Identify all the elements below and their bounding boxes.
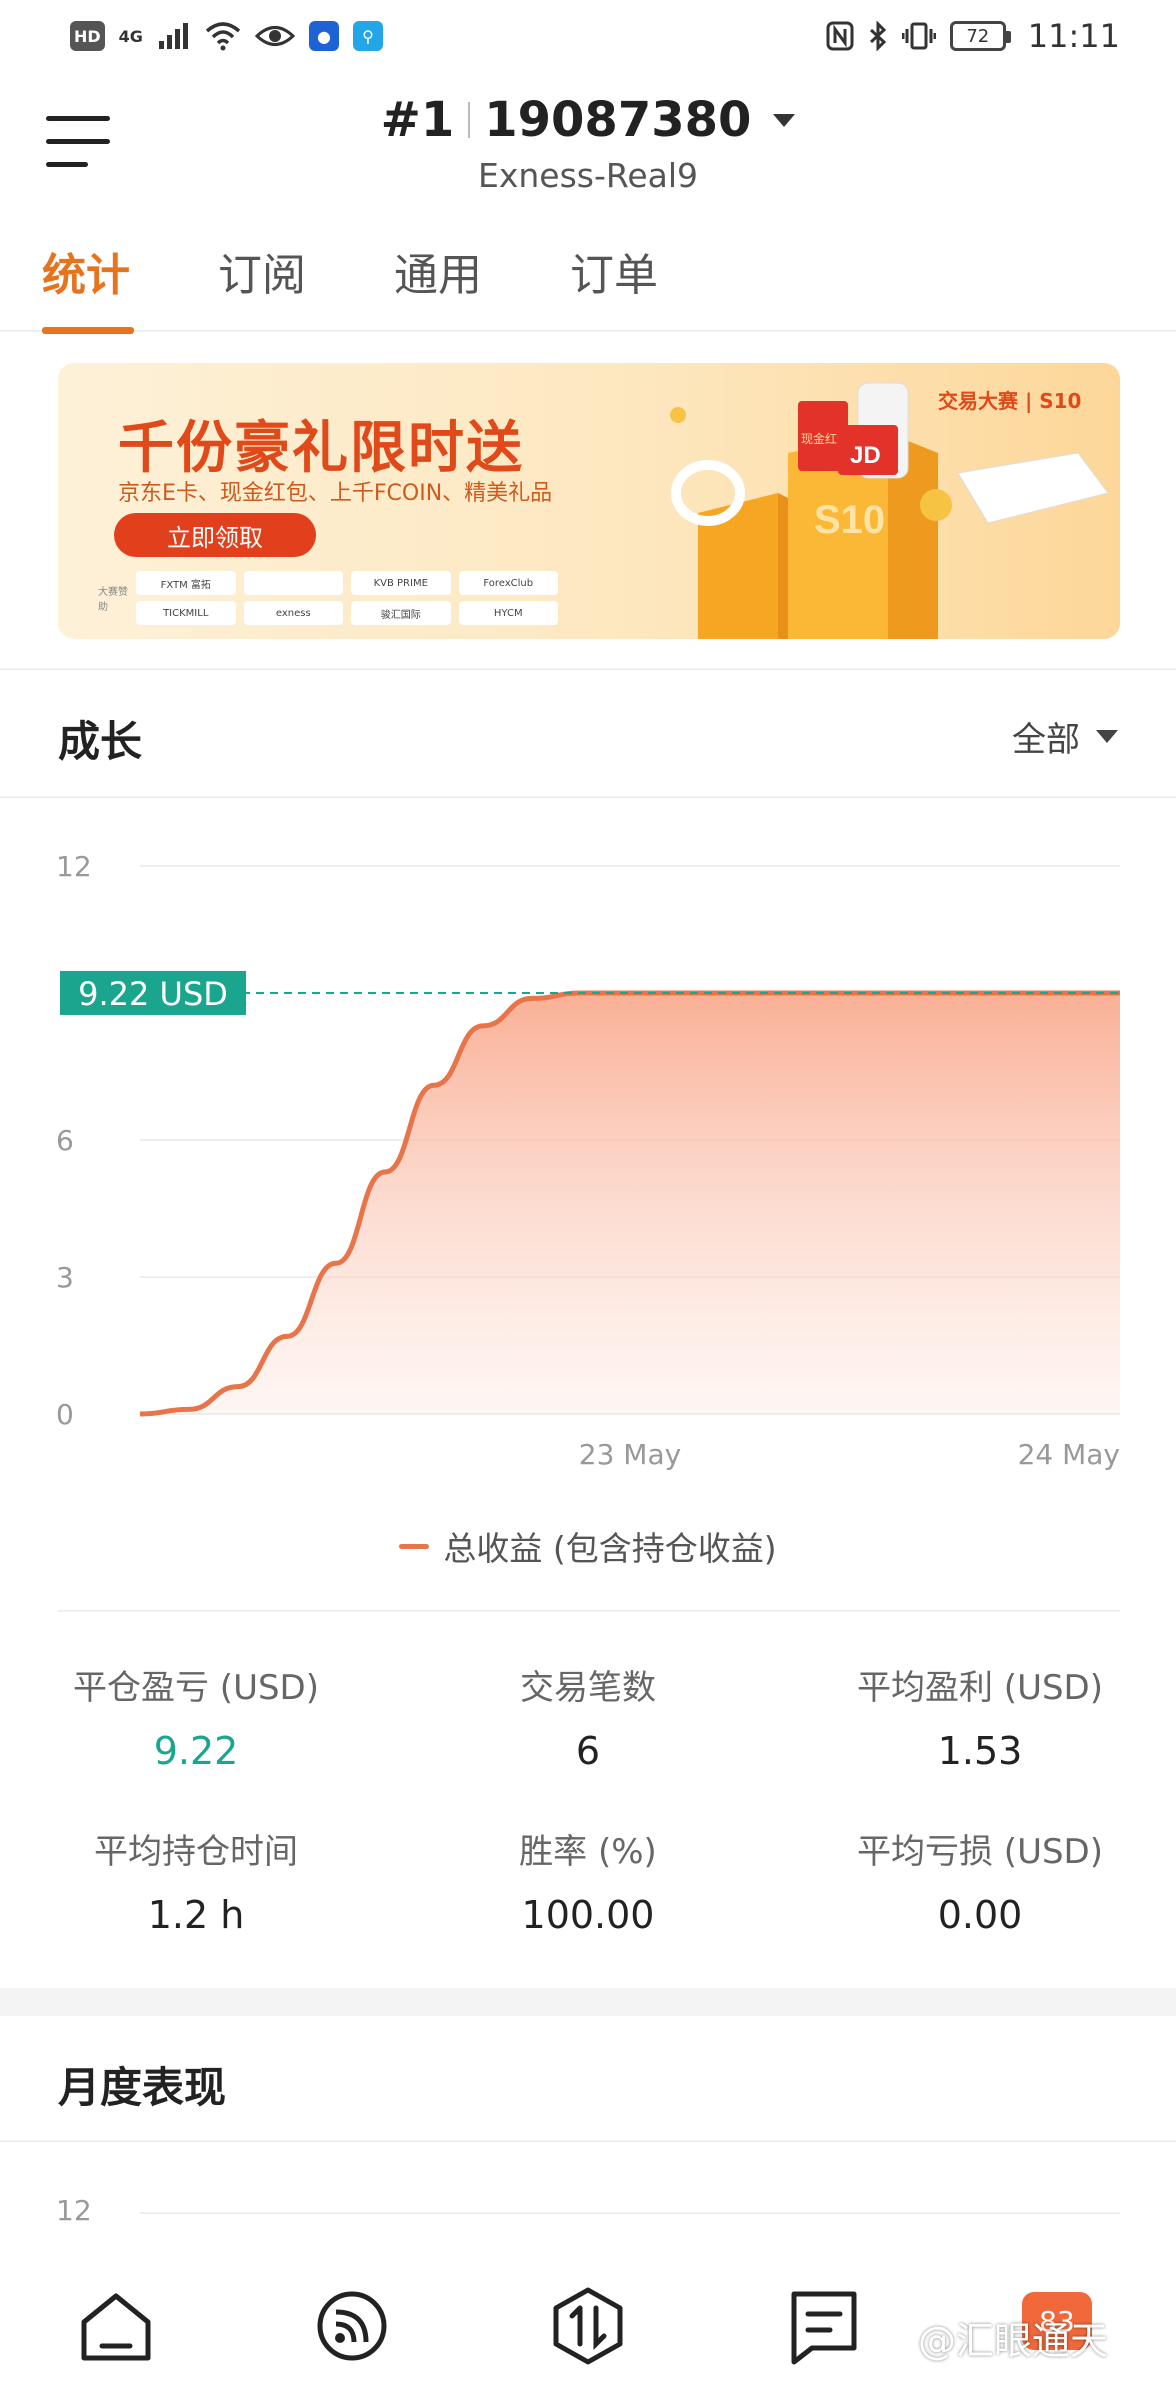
stat-avg-hold-time: 平均持仓时间 1.2 h [0,1824,392,1937]
stat-label: 平均盈利 (USD) [857,1668,1103,1708]
stat-value: 6 [575,1729,601,1773]
section-divider [0,796,1176,798]
growth-title: 成长 [58,717,143,766]
sponsor-logo: HYCM [458,601,558,625]
y-tick-label: 6 [56,1124,74,1157]
monthly-title: 月度表现 [58,2063,227,2112]
status-right: 72 11:11 [826,17,1120,55]
sponsor-logo: FXTM 富拓 [136,571,236,595]
title-separator [468,102,471,138]
series-area [140,992,1120,1414]
banner-subtitle: 京东E卡、现金红包、上千FCOIN、精美礼品 [118,481,553,506]
eye-icon [254,26,295,46]
y-tick-label: 0 [56,1398,74,1431]
chart-legend[interactable]: 总收益 (包含持仓收益) [0,1522,1176,1570]
legend-swatch [399,1543,430,1549]
battery-icon: 72 [949,21,1011,51]
stat-closed-pnl: 平仓盈亏 (USD) 9.22 [0,1660,392,1773]
account-selector[interactable]: #1 19087380 [0,92,1176,148]
section-divider [58,1610,1120,1612]
x-tick-label: 23 May [579,1438,681,1471]
stat-win-rate: 胜率 (%) 100.00 [392,1824,784,1937]
current-value-label: 9.22 USD [78,975,228,1013]
sponsor-logo: ForexClub [458,571,558,595]
account-number: 19087380 [484,92,752,148]
signal-feed-icon[interactable] [310,2284,394,2368]
stat-label: 平均亏损 (USD) [857,1832,1103,1872]
hd-icon: HD [70,21,105,51]
sponsor-logo: TICKMILL [136,601,236,625]
section-divider [0,2140,1176,2142]
sponsor-logo: exness [243,601,343,625]
x-tick-label: 24 May [1018,1438,1120,1471]
tab-subscribe[interactable]: 订阅 [218,236,394,332]
sponsor-logo: KVB PRIME [351,571,451,595]
account-rank: #1 [380,92,455,148]
watermark: @汇眼通天 [918,2319,1109,2363]
y-tick-label: 3 [56,1261,74,1294]
section-gap [0,1988,1176,2016]
tab-general[interactable]: 通用 [394,236,570,332]
chevron-down-icon [773,113,796,127]
section-divider [0,668,1176,670]
growth-chart-svg: 0 3 6 12 23 May 24 May 9.22 USD [56,850,1120,1471]
stat-value: 100.00 [521,1893,655,1937]
status-left: HD 4G ● ⚲ [70,21,383,51]
stat-value: 9.22 [153,1729,239,1773]
vibrate-icon [901,22,936,50]
monthly-gridline [140,2212,1120,2214]
tab-bar: 统计 订阅 通用 订单 [0,236,1176,334]
growth-filter-dropdown[interactable]: 全部 [1012,712,1118,761]
banner-card-label: JD [850,442,881,469]
monthly-axis-tick: 12 [56,2194,92,2227]
signal-icon [158,23,188,49]
stat-label: 交易笔数 [520,1668,656,1708]
stat-label: 胜率 (%) [519,1832,657,1872]
banner-box-label: S10 [814,498,885,542]
stat-label: 平仓盈亏 (USD) [73,1668,319,1708]
sponsor-logo: 骏汇国际 [351,601,451,625]
stat-avg-loss: 平均亏损 (USD) 0.00 [784,1824,1176,1937]
nfc-icon [826,21,854,51]
home-icon[interactable] [74,2284,158,2368]
trade-icon[interactable] [546,2284,630,2368]
network-type: 4G [118,26,143,46]
account-server: Exness-Real9 [477,156,699,195]
growth-filter-label: 全部 [1012,720,1080,760]
orders-icon[interactable] [782,2284,866,2368]
promo-banner[interactable]: 千份豪礼限时送 京东E卡、现金红包、上千FCOIN、精美礼品 立即领取 大赛赞助… [58,363,1120,639]
stat-avg-profit: 平均盈利 (USD) 1.53 [784,1660,1176,1773]
wifi-icon [205,22,241,51]
status-time: 11:11 [1027,17,1120,55]
stat-label: 平均持仓时间 [94,1832,298,1872]
status-bar: HD 4G ● ⚲ 72 11:11 [0,0,1176,72]
y-tick-label: 12 [56,850,92,883]
banner-claim-button[interactable]: 立即领取 [114,513,316,557]
tab-orders[interactable]: 订单 [570,236,746,332]
app-header: #1 19087380 Exness-Real9 [0,72,1176,212]
stat-value: 1.2 h [147,1893,245,1937]
tab-statistics[interactable]: 统计 [42,236,218,334]
banner-title: 千份豪礼限时送 [118,416,524,481]
growth-chart: 0 3 6 12 23 May 24 May 9.22 USD [0,830,1176,1510]
sponsor-logos: 大赛赞助 FXTM 富拓 KVB PRIME ForexClub TICKMIL… [98,571,558,625]
legend-label: 总收益 (包含持仓收益) [443,1529,777,1568]
chevron-down-icon [1096,730,1118,743]
banner-brand: 交易大赛 | S10 [938,389,1082,413]
bulb-app-icon: ● [308,21,339,51]
search-app-icon: ⚲ [352,21,383,51]
sponsor-logo [243,571,343,595]
bluetooth-icon [869,21,886,51]
sponsor-caption: 大赛赞助 [98,587,128,613]
stat-value: 0.00 [937,1893,1023,1937]
stat-trade-count: 交易笔数 6 [392,1660,784,1773]
stat-value: 1.53 [937,1729,1023,1773]
